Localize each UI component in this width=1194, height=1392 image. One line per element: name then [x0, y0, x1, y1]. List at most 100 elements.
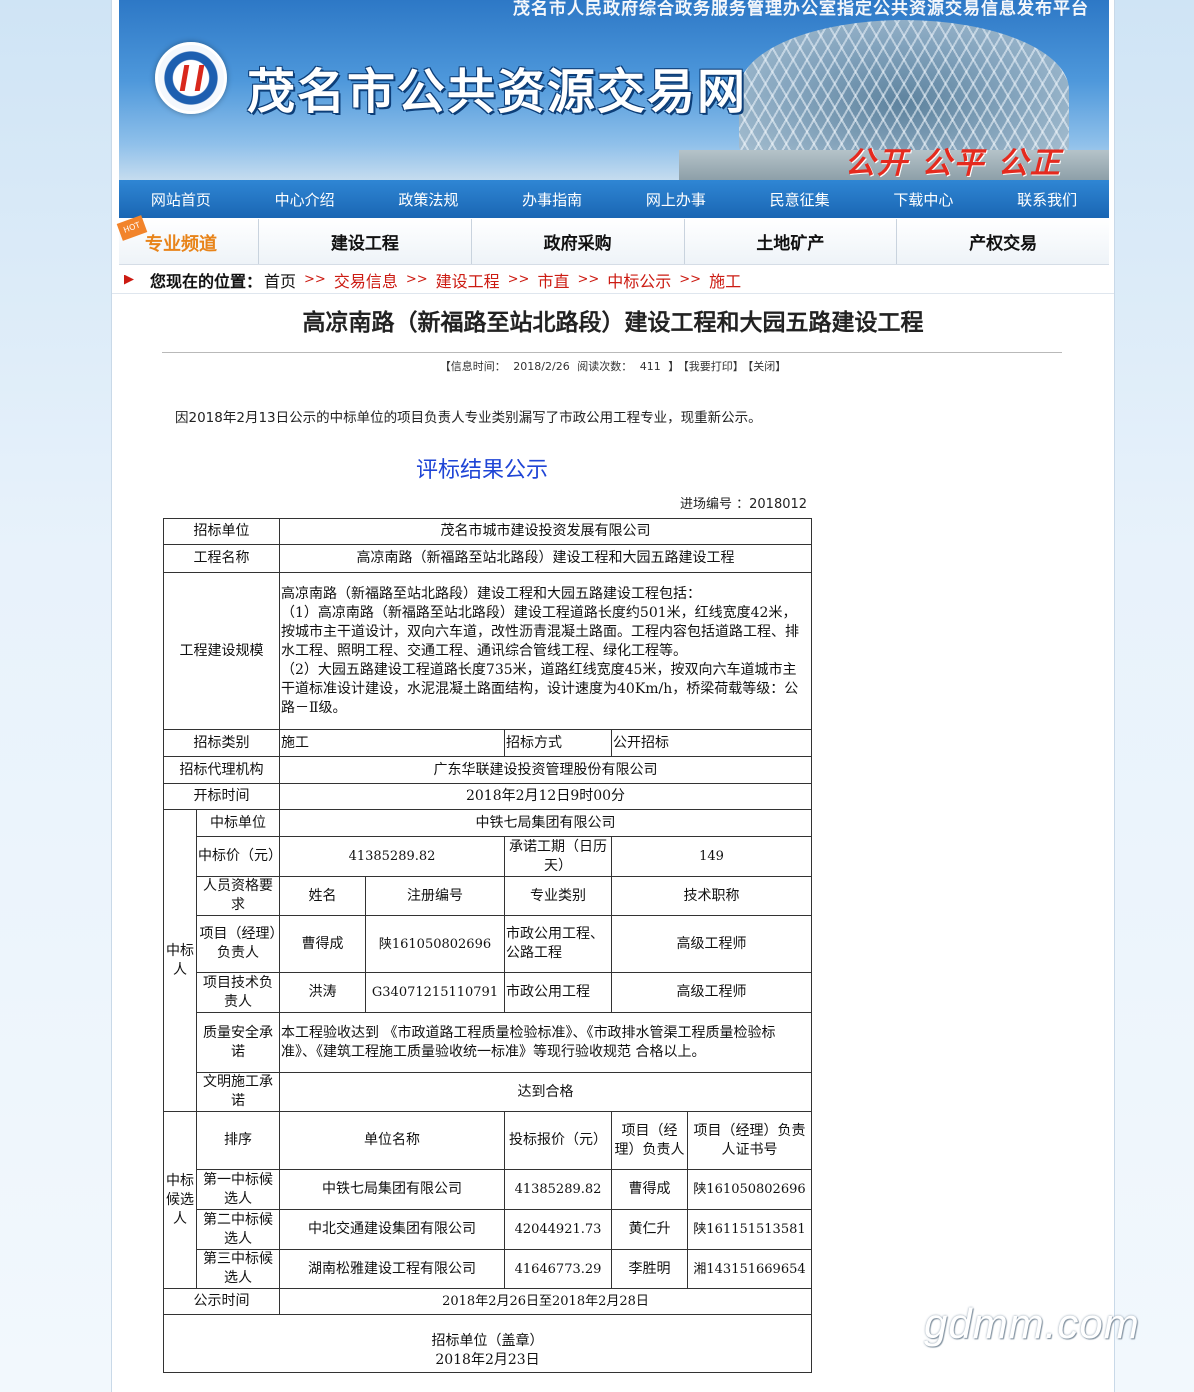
table-row: 招标单位（盖章） 2018年2月23日 — [162, 1314, 813, 1373]
breadcrumb-separator: >> — [405, 272, 428, 287]
tenderer-value: 茂名市城市建设投资发展有限公司 — [278, 518, 813, 545]
channel-land-mineral[interactable]: 土地矿产 — [685, 219, 898, 264]
staff-header-major: 专业类别 — [504, 876, 612, 916]
breadcrumb-city[interactable]: 市直 — [537, 268, 569, 292]
sign-date: 2018年2月23日 — [435, 1352, 540, 1368]
agency-label: 招标代理机构 — [163, 756, 280, 784]
table-row: 第二中标候选人 中北交通建设集团有限公司 42044921.73 黄仁升 陕16… — [164, 1209, 813, 1250]
quality-value: 本工程验收达到 《市政道路工程质量检验标准》、《市政排水管渠工程质量检验标准》、… — [278, 1012, 813, 1073]
winner-group-label: 中标人 — [163, 809, 197, 1112]
table-row: 中标人 中标单位 中铁七局集团有限公司 — [163, 809, 813, 1112]
tech-major: 市政公用工程 — [504, 972, 612, 1013]
staff-label: 人员资格要求 — [196, 876, 280, 916]
republish-notice: 因2018年2月13日公示的中标单位的项目负责人专业类别漏写了市政公用工程专业，… — [175, 410, 762, 426]
project-name-label: 工程名称 — [163, 544, 280, 573]
cand-bid: 41646773.29 — [504, 1249, 612, 1289]
cand-rank: 第二中标候选人 — [196, 1209, 280, 1250]
breadcrumb-separator: >> — [304, 272, 326, 287]
channel-procurement[interactable]: 政府采购 — [472, 219, 685, 264]
table-row: 中标候选人 排序 单位名称 投标报价（元） 项目（经理）负责人 项目（经理）负责… — [163, 1111, 813, 1289]
category-value: 施工 — [279, 729, 505, 757]
banner-top-text: 茂名市人民政府综合政务服务管理办公室指定公共资源交易信息发布平台 — [513, 0, 1089, 18]
cand-header-bid: 投标报价（元） — [504, 1111, 612, 1170]
breadcrumb: 您现在的位置： 首页 >> 交易信息 >> 建设工程 >> 市直 >> 中标公示… — [112, 266, 1114, 294]
cand-header-name: 单位名称 — [279, 1111, 505, 1170]
entry-number: 进场编号 ：2018012 — [680, 497, 808, 512]
site-banner: 茂名市人民政府综合政务服务管理办公室指定公共资源交易信息发布平台 茂名市公共资源… — [119, 0, 1109, 180]
civil-value: 达到合格 — [278, 1072, 813, 1112]
period-value: 149 — [610, 836, 813, 877]
cand-cert: 湘143151669654 — [686, 1249, 813, 1289]
table-row: 招标单位 茂名市城市建设投资发展有限公司 — [163, 518, 813, 545]
signature-cell: 招标单位（盖章） 2018年2月23日 — [162, 1314, 813, 1373]
breadcrumb-construction-work[interactable]: 施工 — [709, 268, 741, 292]
breadcrumb-home[interactable]: 首页 — [264, 268, 296, 292]
print-link[interactable]: 【我要打印】 — [683, 360, 744, 373]
site-logo-icon[interactable] — [155, 42, 227, 114]
table-row: 招标类别 施工 招标方式 公开招标 — [163, 729, 813, 757]
cand-header-pm: 项目（经理）负责人 — [611, 1111, 688, 1170]
cand-bid: 41385289.82 — [504, 1169, 612, 1210]
channel-title: HOT 专业频道 — [116, 215, 259, 264]
staff-header-title: 技术职称 — [610, 876, 813, 916]
nav-item-download[interactable]: 下载中心 — [862, 189, 986, 210]
table-row: 招标代理机构 广东华联建设投资管理股份有限公司 — [163, 756, 813, 784]
channel-bar: HOT 专业频道 建设工程 政府采购 土地矿产 产权交易 — [116, 215, 1109, 265]
cand-header-rank: 排序 — [196, 1111, 280, 1170]
public-time-label: 公示时间 — [163, 1288, 280, 1315]
banner-slogan: 公开 公平 公正 — [845, 146, 1062, 180]
breadcrumb-construction[interactable]: 建设工程 — [436, 268, 500, 292]
breadcrumb-arrow-icon — [124, 274, 134, 285]
cand-cert: 陕161050802696 — [686, 1169, 813, 1210]
open-time-value: 2018年2月12日9时00分 — [278, 783, 813, 810]
table-row: 第三中标候选人 湖南松雅建设工程有限公司 41646773.29 李胜明 湘14… — [164, 1249, 813, 1289]
bid-result-table: 招标单位 茂名市城市建设投资发展有限公司 工程名称 高凉南路（新福路至站北路段）… — [162, 518, 813, 1373]
nav-item-online-service[interactable]: 网上办事 — [614, 189, 738, 210]
close-link[interactable]: 【关闭】 — [748, 360, 787, 373]
staff-header-name: 姓名 — [279, 876, 366, 916]
nav-item-opinion[interactable]: 民意征集 — [738, 189, 862, 210]
breadcrumb-award-notice[interactable]: 中标公示 — [607, 268, 671, 292]
cand-name: 中北交通建设集团有限公司 — [279, 1209, 505, 1250]
nav-item-policy[interactable]: 政策法规 — [367, 189, 491, 210]
project-name-value: 高凉南路（新福路至站北路段）建设工程和大园五路建设工程 — [278, 544, 813, 573]
table-row: 项目技术负责人 洪涛 G34071215110791 市政公用工程 高级工程师 — [164, 972, 813, 1013]
cand-rank: 第一中标候选人 — [196, 1169, 280, 1210]
tech-label: 项目技术负责人 — [196, 972, 280, 1013]
pm-major: 市政公用工程、公路工程 — [504, 915, 612, 973]
breadcrumb-prefix: 您现在的位置： — [150, 271, 263, 291]
article-meta: 【信息时间： 2018/2/26 阅读次数： 411 】【我要打印】 【关闭】 — [112, 358, 1114, 374]
breadcrumb-trade-info[interactable]: 交易信息 — [334, 268, 398, 292]
site-name[interactable]: 茂名市公共资源交易网 — [247, 52, 747, 122]
quality-label: 质量安全承诺 — [196, 1012, 280, 1073]
page-container: 茂名市人民政府综合政务服务管理办公室指定公共资源交易信息发布平台 茂名市公共资源… — [111, 0, 1115, 1392]
meta-time-label: 【信息时间： — [439, 360, 506, 373]
nav-item-about[interactable]: 中心介绍 — [243, 189, 367, 210]
cand-pm: 曹得成 — [611, 1169, 688, 1210]
table-row: 公示时间 2018年2月26日至2018年2月28日 — [163, 1288, 813, 1315]
breadcrumb-separator: >> — [577, 272, 600, 287]
nav-item-guide[interactable]: 办事指南 — [490, 189, 614, 210]
breadcrumb-separator: >> — [507, 272, 530, 287]
price-value: 41385289.82 — [279, 836, 505, 877]
meta-close-bracket: 】 — [668, 360, 680, 373]
channel-construction[interactable]: 建设工程 — [259, 219, 472, 264]
cand-rank: 第三中标候选人 — [196, 1249, 280, 1289]
meta-time: 2018/2/26 — [513, 360, 570, 373]
article-title: 高凉南路（新福路至站北路段）建设工程和大园五路建设工程 — [302, 309, 924, 336]
breadcrumb-separator: >> — [679, 272, 702, 287]
tech-name: 洪涛 — [279, 972, 366, 1013]
method-label: 招标方式 — [504, 729, 612, 757]
cand-pm: 李胜明 — [611, 1249, 688, 1289]
table-row: 项目（经理）负责人 曹得成 陕161050802696 市政公用工程、公路工程 … — [164, 915, 813, 973]
pm-reg: 陕161050802696 — [365, 915, 505, 973]
channel-property[interactable]: 产权交易 — [897, 219, 1109, 264]
open-time-label: 开标时间 — [163, 783, 280, 810]
table-row: 开标时间 2018年2月12日9时00分 — [163, 783, 813, 810]
civil-label: 文明施工承诺 — [196, 1072, 280, 1112]
nav-item-home[interactable]: 网站首页 — [119, 189, 243, 210]
method-value: 公开招标 — [610, 729, 813, 757]
nav-item-contact[interactable]: 联系我们 — [985, 189, 1109, 210]
scale-value: 高凉南路（新福路至站北路段）建设工程和大园五路建设工程包括： （1）高凉南路（新… — [278, 572, 813, 730]
staff-header-reg: 注册编号 — [365, 876, 505, 916]
